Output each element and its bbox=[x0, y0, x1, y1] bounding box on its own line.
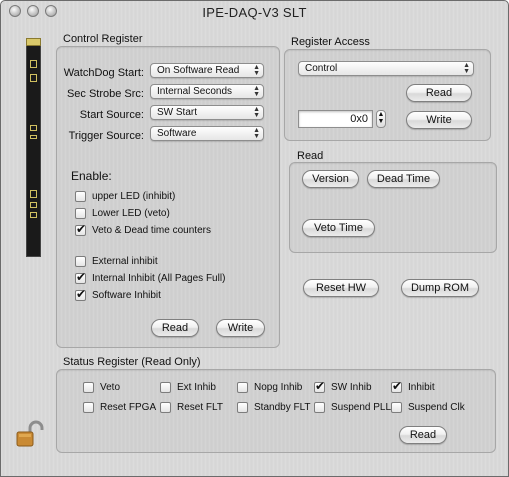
start-source-popup[interactable]: SW Start ▲ ▼ bbox=[150, 105, 264, 120]
popup-arrows-icon: ▲ ▼ bbox=[253, 64, 260, 77]
status-ext-inhib-label: Ext Inhib bbox=[177, 382, 216, 393]
checkbox-box bbox=[75, 270, 86, 284]
trigger-source-label: Trigger Source: bbox=[68, 130, 144, 142]
software-inhibit-checkbox[interactable]: Software Inhibit bbox=[75, 287, 161, 301]
status-reset-fpga-checkbox[interactable]: Reset FPGA bbox=[83, 402, 156, 413]
watchdog-start-label: WatchDog Start: bbox=[63, 67, 144, 79]
veto-dead-time-label: Veto & Dead time counters bbox=[92, 225, 211, 236]
status-suspend-clk-label: Suspend Clk bbox=[408, 402, 465, 413]
read-group-title: Read bbox=[297, 150, 324, 162]
upper-led-checkbox[interactable]: upper LED (inhibit) bbox=[75, 191, 175, 202]
popup-arrows-icon: ▲ ▼ bbox=[253, 106, 260, 119]
register-select-value: Control bbox=[305, 63, 338, 74]
control-write-button[interactable]: Write bbox=[216, 319, 265, 337]
checkbox-box bbox=[237, 382, 248, 393]
veto-time-button[interactable]: Veto Time bbox=[302, 219, 375, 237]
padlock-icon[interactable] bbox=[15, 419, 45, 449]
internal-inhibit-checkbox[interactable]: Internal Inhibit (All Pages Full) bbox=[75, 270, 226, 284]
sec-strobe-src-value: Internal Seconds bbox=[157, 86, 233, 97]
checkbox-box bbox=[237, 402, 248, 413]
control-register-title: Control Register bbox=[63, 33, 143, 45]
control-read-button[interactable]: Read bbox=[151, 319, 199, 337]
external-inhibit-checkbox[interactable]: External inhibit bbox=[75, 256, 158, 267]
checkbox-box bbox=[391, 379, 402, 393]
minimize-window-button[interactable] bbox=[27, 5, 39, 17]
checkbox-box bbox=[160, 402, 171, 413]
checkbox-box bbox=[75, 208, 86, 219]
checkbox-box bbox=[391, 402, 402, 413]
register-value-field[interactable]: 0x0 bbox=[298, 110, 373, 128]
dump-rom-button[interactable]: Dump ROM bbox=[401, 279, 479, 297]
lower-led-label: Lower LED (veto) bbox=[92, 208, 170, 219]
upper-led-label: upper LED (inhibit) bbox=[92, 191, 176, 202]
status-ext-inhib-checkbox[interactable]: Ext Inhib bbox=[160, 382, 216, 393]
status-suspend-clk-checkbox[interactable]: Suspend Clk bbox=[391, 402, 465, 413]
checkbox-box bbox=[314, 379, 325, 393]
register-access-title: Register Access bbox=[291, 36, 370, 48]
watchdog-start-popup[interactable]: On Software Read ▲ ▼ bbox=[150, 63, 264, 78]
software-inhibit-label: Software Inhibit bbox=[92, 290, 161, 301]
status-suspend-pll-checkbox[interactable]: Suspend PLL bbox=[314, 402, 391, 413]
checkbox-box bbox=[75, 256, 86, 267]
register-select-popup[interactable]: Control ▲ ▼ bbox=[298, 61, 474, 76]
status-reset-flt-label: Reset FLT bbox=[177, 402, 223, 413]
status-sw-inhib-checkbox[interactable]: SW Inhib bbox=[314, 379, 372, 393]
dead-time-button[interactable]: Dead Time bbox=[367, 170, 440, 188]
checkbox-box bbox=[75, 191, 86, 202]
popup-arrows-icon: ▲ ▼ bbox=[253, 127, 260, 140]
sec-strobe-src-popup[interactable]: Internal Seconds ▲ ▼ bbox=[150, 84, 264, 99]
popup-arrows-icon: ▲ ▼ bbox=[253, 85, 260, 98]
reset-hw-button[interactable]: Reset HW bbox=[303, 279, 379, 297]
trigger-source-value: Software bbox=[157, 128, 197, 139]
watchdog-start-value: On Software Read bbox=[157, 65, 240, 76]
checkbox-box bbox=[160, 382, 171, 393]
trigger-source-popup[interactable]: Software ▲ ▼ bbox=[150, 126, 264, 141]
checkbox-box bbox=[75, 222, 86, 236]
status-suspend-pll-label: Suspend PLL bbox=[331, 402, 392, 413]
veto-dead-time-checkbox[interactable]: Veto & Dead time counters bbox=[75, 222, 211, 236]
status-veto-checkbox[interactable]: Veto bbox=[83, 382, 120, 393]
status-standby-flt-checkbox[interactable]: Standby FLT bbox=[237, 402, 311, 413]
start-source-label: Start Source: bbox=[79, 109, 144, 121]
internal-inhibit-label: Internal Inhibit (All Pages Full) bbox=[92, 273, 226, 284]
enable-label: Enable: bbox=[71, 169, 112, 183]
status-register-title: Status Register (Read Only) bbox=[63, 356, 201, 368]
external-inhibit-label: External inhibit bbox=[92, 256, 158, 267]
status-nopg-inhib-checkbox[interactable]: Nopg Inhib bbox=[237, 382, 302, 393]
main-window: IPE-DAQ-V3 SLT Control Register WatchDog… bbox=[0, 0, 509, 477]
sec-strobe-src-label: Sec Strobe Src: bbox=[66, 88, 144, 100]
lower-led-checkbox[interactable]: Lower LED (veto) bbox=[75, 208, 170, 219]
version-button[interactable]: Version bbox=[302, 170, 359, 188]
status-reset-fpga-label: Reset FPGA bbox=[100, 402, 157, 413]
register-read-button[interactable]: Read bbox=[406, 84, 472, 102]
checkbox-box bbox=[83, 382, 94, 393]
zoom-window-button[interactable] bbox=[45, 5, 57, 17]
checkbox-box bbox=[75, 287, 86, 301]
status-reset-flt-checkbox[interactable]: Reset FLT bbox=[160, 402, 223, 413]
title-bar: IPE-DAQ-V3 SLT bbox=[1, 1, 508, 23]
status-veto-label: Veto bbox=[100, 382, 121, 393]
status-read-button[interactable]: Read bbox=[399, 426, 447, 444]
register-write-button[interactable]: Write bbox=[406, 111, 472, 129]
window-title: IPE-DAQ-V3 SLT bbox=[202, 4, 307, 20]
window-controls bbox=[9, 5, 57, 17]
close-window-button[interactable] bbox=[9, 5, 21, 17]
start-source-value: SW Start bbox=[157, 107, 198, 118]
checkbox-box bbox=[314, 402, 325, 413]
register-value-stepper[interactable]: ▲ ▼ bbox=[376, 110, 386, 128]
popup-arrows-icon: ▲ ▼ bbox=[463, 62, 470, 75]
status-inhibit-checkbox[interactable]: Inhibit bbox=[391, 379, 435, 393]
board-strip-icon bbox=[26, 38, 41, 257]
status-sw-inhib-label: SW Inhib bbox=[331, 382, 372, 393]
status-inhibit-label: Inhibit bbox=[408, 382, 435, 393]
status-standby-flt-label: Standby FLT bbox=[254, 402, 311, 413]
checkbox-box bbox=[83, 402, 94, 413]
status-nopg-inhib-label: Nopg Inhib bbox=[254, 382, 303, 393]
